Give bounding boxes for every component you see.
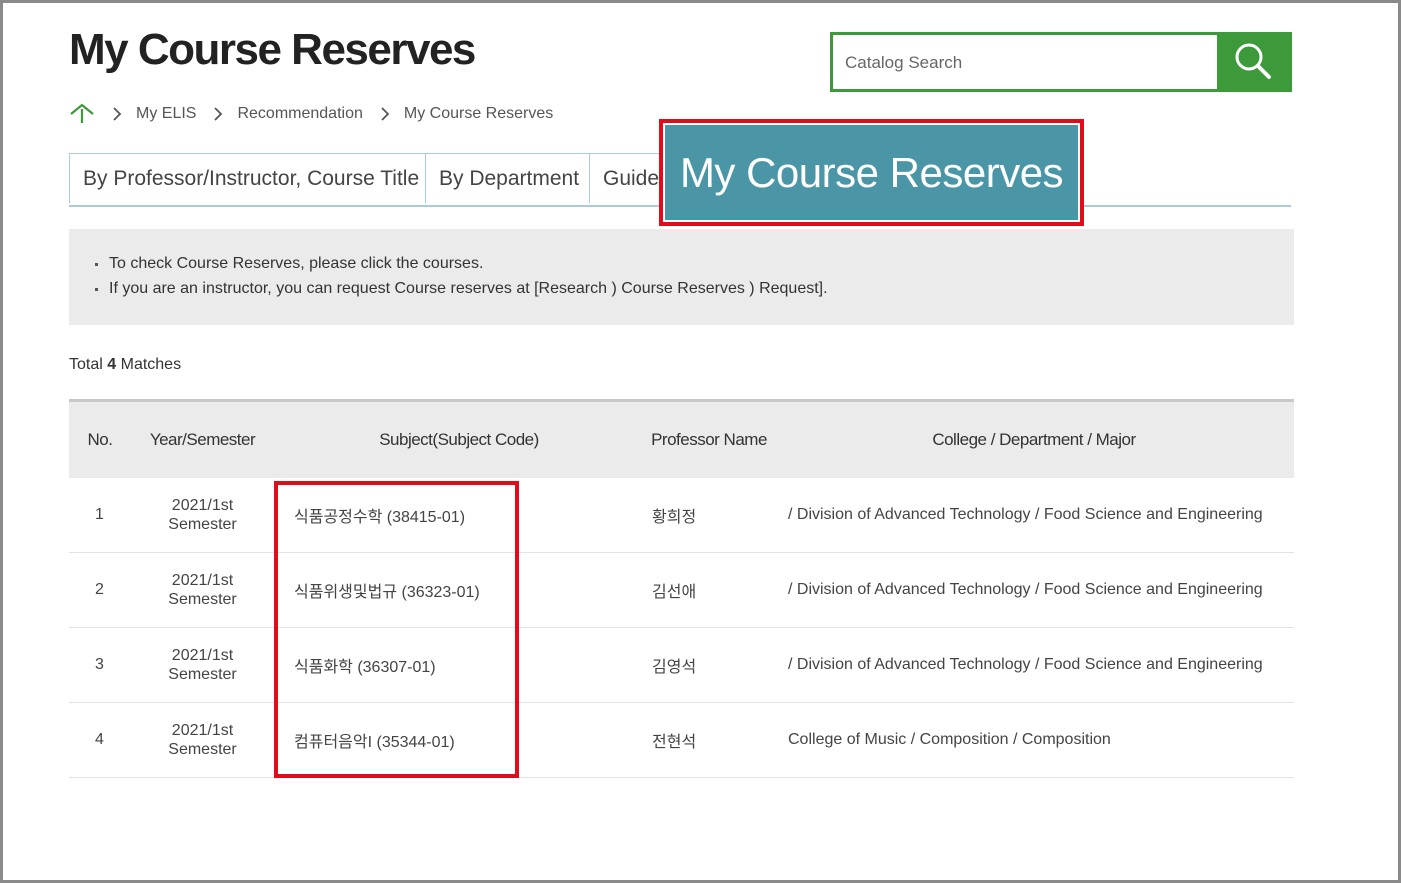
- chevron-right-icon: [113, 107, 122, 121]
- chevron-right-icon: [381, 107, 390, 121]
- cell-semester: Semester: [168, 516, 237, 533]
- col-department: College / Department / Major: [774, 399, 1294, 478]
- active-tab-highlight: My Course Reserves: [659, 119, 1084, 226]
- tab-my-course-reserves[interactable]: My Course Reserves: [665, 125, 1078, 220]
- table-row[interactable]: 1 2021/1st Semester 식품공정수학 (38415-01) 황희정…: [69, 478, 1294, 553]
- cell-semester: Semester: [168, 591, 237, 608]
- breadcrumb-item-current[interactable]: My Course Reserves: [404, 105, 553, 123]
- cell-no: 3: [69, 627, 131, 703]
- cell-year: 2021/1st: [171, 647, 234, 664]
- catalog-search: [830, 32, 1292, 92]
- col-subject: Subject(Subject Code): [274, 399, 644, 478]
- tab-by-professor[interactable]: By Professor/Instructor, Course Title: [69, 153, 426, 203]
- cell-year: 2021/1st: [171, 497, 234, 514]
- cell-professor: 김선애: [644, 552, 774, 628]
- table-row[interactable]: 3 2021/1st Semester 식품화학 (36307-01) 김영석 /…: [69, 627, 1294, 703]
- page-frame: My Course Reserves My ELIS Recommend: [0, 0, 1401, 883]
- search-button[interactable]: [1217, 35, 1289, 89]
- cell-semester: Semester: [168, 741, 237, 758]
- cell-year: 2021/1st: [171, 722, 234, 739]
- course-reserves-table: No. Year/Semester Subject(Subject Code) …: [69, 399, 1294, 778]
- table-row[interactable]: 4 2021/1st Semester 컴퓨터음악I (35344-01) 전현석…: [69, 702, 1294, 778]
- search-icon: [1233, 41, 1273, 84]
- cell-semester: Semester: [168, 666, 237, 683]
- search-input[interactable]: [843, 35, 1217, 91]
- col-professor: Professor Name: [644, 399, 774, 478]
- table-row[interactable]: 2 2021/1st Semester 식품위생및법규 (36323-01) 김선…: [69, 552, 1294, 628]
- cell-subject-link[interactable]: 식품위생및법규 (36323-01): [274, 552, 644, 628]
- cell-subject-link[interactable]: 식품화학 (36307-01): [274, 627, 644, 703]
- cell-no: 2: [69, 552, 131, 628]
- cell-term: 2021/1st Semester: [131, 627, 274, 703]
- col-no: No.: [69, 399, 131, 478]
- col-year-semester: Year/Semester: [131, 399, 274, 478]
- cell-subject-link[interactable]: 컴퓨터음악I (35344-01): [274, 702, 644, 778]
- table-header-row: No. Year/Semester Subject(Subject Code) …: [69, 399, 1294, 478]
- cell-department: / Division of Advanced Technology / Food…: [774, 478, 1294, 553]
- notice-list: To check Course Reserves, please click t…: [69, 229, 1294, 301]
- result-total: Total 4 Matches: [69, 356, 181, 374]
- page-title: My Course Reserves: [69, 25, 476, 74]
- cell-professor: 김영석: [644, 627, 774, 703]
- total-suffix: Matches: [120, 356, 182, 373]
- cell-year: 2021/1st: [171, 572, 234, 589]
- cell-no: 4: [69, 702, 131, 778]
- breadcrumb: My ELIS Recommendation My Course Reserve…: [69, 101, 553, 127]
- cell-subject-link[interactable]: 식품공정수학 (38415-01): [274, 478, 644, 553]
- cell-department: / Division of Advanced Technology / Food…: [774, 627, 1294, 703]
- notice-box: To check Course Reserves, please click t…: [69, 229, 1294, 325]
- chevron-right-icon: [214, 107, 223, 121]
- home-icon[interactable]: [69, 101, 95, 127]
- breadcrumb-item-recommendation[interactable]: Recommendation: [237, 105, 362, 123]
- cell-term: 2021/1st Semester: [131, 702, 274, 778]
- cell-term: 2021/1st Semester: [131, 552, 274, 628]
- cell-professor: 황희정: [644, 478, 774, 553]
- total-prefix: Total: [69, 356, 103, 373]
- tab-by-department[interactable]: By Department: [425, 153, 590, 203]
- cell-term: 2021/1st Semester: [131, 478, 274, 553]
- cell-department: College of Music / Composition / Composi…: [774, 702, 1294, 778]
- breadcrumb-item-my-elis[interactable]: My ELIS: [136, 105, 196, 123]
- total-count: 4: [107, 356, 117, 373]
- cell-no: 1: [69, 478, 131, 553]
- notice-line: If you are an instructor, you can reques…: [95, 276, 1294, 301]
- cell-professor: 전현석: [644, 702, 774, 778]
- notice-line: To check Course Reserves, please click t…: [95, 251, 1294, 276]
- cell-department: / Division of Advanced Technology / Food…: [774, 552, 1294, 628]
